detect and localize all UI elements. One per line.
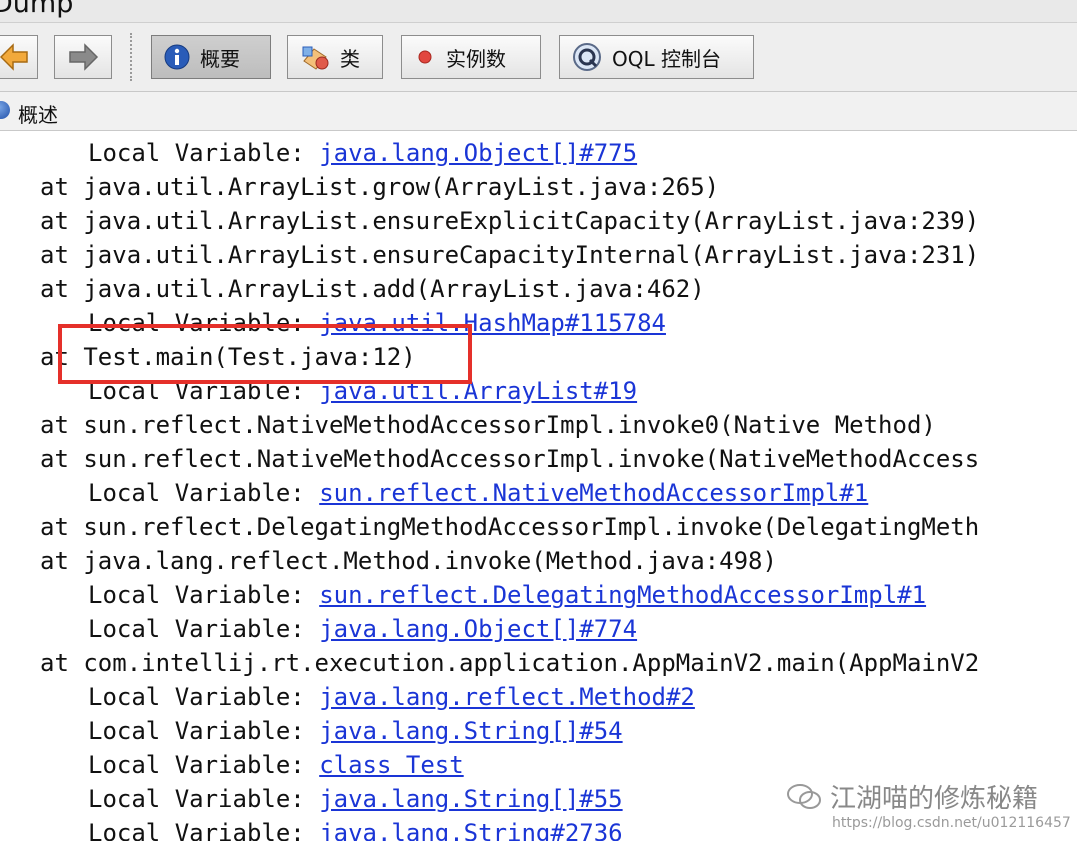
classes-button[interactable]: 类 [287, 35, 383, 79]
classes-button-label: 类 [340, 46, 360, 71]
object-link[interactable]: java.lang.reflect.Method#2 [319, 683, 695, 711]
local-variable-label: Local Variable: [88, 717, 320, 745]
local-variable-label: Local Variable: [88, 615, 320, 643]
stack-frame-line: at sun.reflect.NativeMethodAccessorImpl.… [40, 411, 936, 439]
object-link[interactable]: sun.reflect.DelegatingMethodAccessorImpl… [319, 581, 926, 609]
stack-frame-line: at java.util.ArrayList.add(ArrayList.jav… [40, 275, 705, 303]
local-variable-label: Local Variable: [88, 139, 320, 167]
stack-frame-line: at sun.reflect.DelegatingMethodAccessorI… [40, 513, 980, 541]
local-variable-label: Local Variable: [88, 819, 320, 841]
oql-console-button-label: OQL 控制台 [612, 46, 721, 71]
object-link[interactable]: java.lang.String[]#55 [319, 785, 622, 813]
window-title-bar: Dump [0, 0, 1077, 23]
object-link[interactable]: java.lang.String#2736 [319, 819, 622, 841]
stack-frame-line: at java.util.ArrayList.ensureCapacityInt… [40, 241, 980, 269]
local-variable-line: Local Variable: java.lang.Object[]#774 [88, 612, 637, 646]
local-variable-line: Local Variable: java.util.HashMap#115784 [88, 306, 666, 340]
summary-button-label: 概要 [200, 46, 240, 71]
stack-frame-line: at Test.main(Test.java:12) [40, 343, 416, 371]
stack-frame-line: at java.util.ArrayList.ensureExplicitCap… [40, 207, 980, 235]
summary-button[interactable]: 概要 [151, 35, 271, 79]
local-variable-label: Local Variable: [88, 683, 320, 711]
arrow-left-icon [0, 43, 28, 71]
local-variable-line: Local Variable: java.lang.Object[]#775 [88, 136, 637, 170]
watermark-url: https://blog.csdn.net/u012116457 [832, 815, 1071, 831]
local-variable-line: Local Variable: class Test [88, 748, 464, 782]
object-link[interactable]: java.lang.Object[]#775 [319, 139, 637, 167]
local-variable-label: Local Variable: [88, 377, 320, 405]
local-variable-label: Local Variable: [88, 581, 320, 609]
overview-subtab-label: 概述 [18, 103, 58, 127]
object-link[interactable]: java.lang.Object[]#774 [319, 615, 637, 643]
local-variable-label: Local Variable: [88, 309, 320, 337]
instances-button[interactable]: 实例数 [401, 35, 541, 79]
stack-trace-panel: Local Variable: java.lang.Object[]#775 at… [0, 131, 1077, 841]
local-variable-line: Local Variable: sun.reflect.DelegatingMe… [88, 578, 926, 612]
forward-button[interactable] [54, 35, 112, 79]
local-variable-label: Local Variable: [88, 751, 320, 779]
oql-console-button[interactable]: OQL 控制台 [559, 35, 754, 79]
watermark-text: 江湖喵的修炼秘籍 [830, 784, 1039, 814]
stack-frame-line: at java.util.ArrayList.grow(ArrayList.ja… [40, 173, 720, 201]
toolbar: 概要 类 实例数 OQL 控制台 [0, 23, 1077, 92]
object-link[interactable]: java.util.ArrayList#19 [319, 377, 637, 405]
object-link[interactable]: class Test [319, 751, 464, 779]
overview-subtab[interactable]: 概述 [0, 92, 1077, 131]
toolbar-separator [130, 33, 132, 81]
overview-icon [0, 101, 10, 119]
oql-icon [573, 43, 601, 71]
classes-icon [302, 46, 329, 70]
stack-frame-line: at java.lang.reflect.Method.invoke(Metho… [40, 547, 777, 575]
stack-frame-line: at sun.reflect.NativeMethodAccessorImpl.… [40, 445, 980, 473]
object-link[interactable]: sun.reflect.NativeMethodAccessorImpl#1 [319, 479, 868, 507]
red-dot-icon [418, 50, 432, 64]
object-link[interactable]: java.util.HashMap#115784 [319, 309, 666, 337]
local-variable-line: Local Variable: java.lang.String[]#55 [88, 782, 623, 816]
window-title: Dump [0, 0, 74, 19]
stack-frame-line: at com.intellij.rt.execution.application… [40, 649, 980, 677]
watermark: 江湖喵的修炼秘籍 [786, 778, 1038, 815]
object-link[interactable]: java.lang.String[]#54 [319, 717, 622, 745]
instances-button-label: 实例数 [446, 46, 506, 71]
local-variable-label: Local Variable: [88, 785, 320, 813]
arrow-right-icon [69, 43, 99, 71]
local-variable-line: Local Variable: java.lang.String[]#54 [88, 714, 623, 748]
local-variable-line: Local Variable: java.lang.reflect.Method… [88, 680, 695, 714]
local-variable-label: Local Variable: [88, 479, 320, 507]
info-icon [164, 44, 190, 70]
wechat-icon [787, 783, 821, 809]
local-variable-line: Local Variable: java.util.ArrayList#19 [88, 374, 637, 408]
local-variable-line: Local Variable: java.lang.String#2736 [88, 816, 623, 841]
local-variable-line: Local Variable: sun.reflect.NativeMethod… [88, 476, 868, 510]
back-button[interactable] [0, 35, 38, 79]
